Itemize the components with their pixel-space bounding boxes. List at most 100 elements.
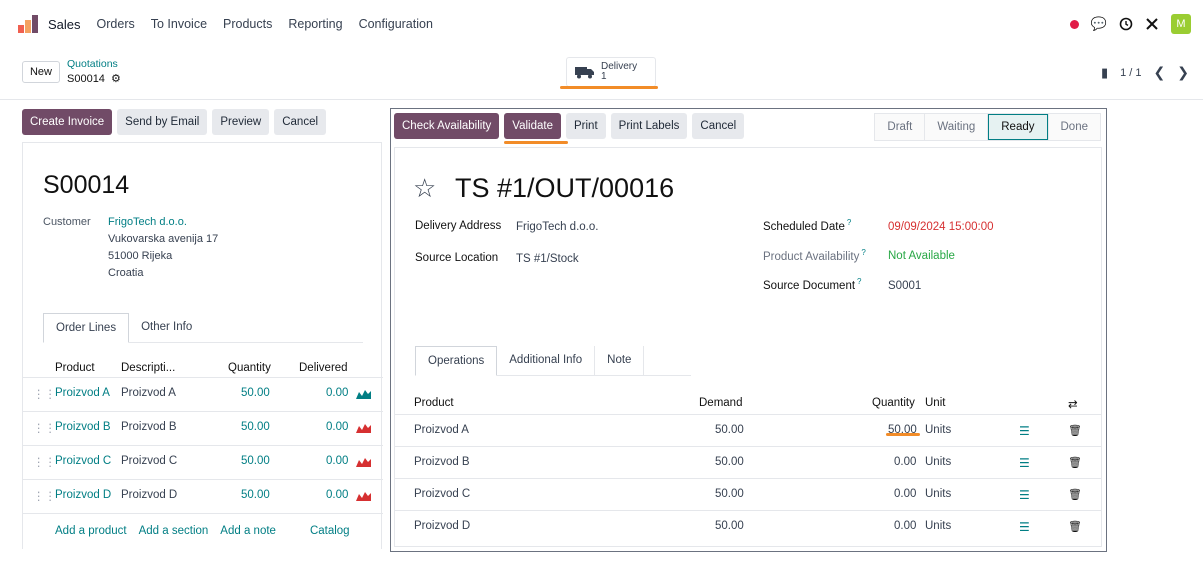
move-product[interactable]: Proizvod A: [414, 424, 469, 436]
drag-handle-icon[interactable]: ⋮⋮: [33, 421, 56, 435]
table-row[interactable]: ⋮⋮ Proizvod A Proizvod A 50.00 0.00: [23, 377, 383, 411]
source-location-value[interactable]: TS #1/Stock: [516, 253, 579, 265]
details-list-icon[interactable]: ☰: [1019, 456, 1030, 470]
catalog-link[interactable]: Catalog: [310, 525, 350, 537]
trash-icon[interactable]: 🗑: [1068, 424, 1082, 437]
app-logo-icon[interactable]: [18, 15, 38, 33]
line-product[interactable]: Proizvod C: [55, 455, 111, 467]
table-row[interactable]: Proizvod B 50.00 0.00 Units ☰ 🗑: [395, 446, 1101, 478]
new-button[interactable]: New: [22, 61, 60, 83]
add-note-link[interactable]: Add a note: [220, 525, 276, 537]
help-icon[interactable]: ?: [861, 248, 865, 257]
col-unit[interactable]: Unit: [925, 397, 945, 409]
move-unit[interactable]: Units: [925, 488, 951, 500]
scheduled-date-value[interactable]: 09/09/2024 15:00:00: [888, 221, 994, 233]
cancel-picking-button[interactable]: Cancel: [692, 113, 745, 139]
trash-icon[interactable]: 🗑: [1068, 520, 1082, 533]
forecast-chart-icon[interactable]: [356, 491, 371, 501]
move-product[interactable]: Proizvod B: [414, 456, 470, 468]
line-quantity[interactable]: 50.00: [241, 421, 270, 433]
line-product[interactable]: Proizvod B: [55, 421, 111, 433]
pager-prev-icon[interactable]: ❮: [1154, 64, 1166, 81]
customer-name[interactable]: FrigoTech d.o.o.: [108, 216, 187, 228]
table-row[interactable]: ⋮⋮ Proizvod D Proizvod D 50.00 0.00: [23, 479, 383, 513]
drag-handle-icon[interactable]: ⋮⋮: [33, 455, 56, 469]
line-product[interactable]: Proizvod D: [55, 489, 111, 501]
details-list-icon[interactable]: ☰: [1019, 520, 1030, 534]
line-description[interactable]: Proizvod D: [121, 489, 177, 501]
drag-handle-icon[interactable]: ⋮⋮: [33, 387, 56, 401]
col-product[interactable]: Product: [414, 397, 454, 409]
col-quantity[interactable]: Quantity: [872, 397, 915, 409]
star-icon[interactable]: ☆: [413, 173, 436, 204]
tab-operations[interactable]: Operations: [415, 346, 498, 376]
status-waiting[interactable]: Waiting: [925, 114, 987, 140]
drag-handle-icon[interactable]: ⋮⋮: [33, 489, 56, 503]
gear-icon[interactable]: ⚙: [111, 73, 121, 85]
move-unit[interactable]: Units: [925, 456, 951, 468]
table-row[interactable]: Proizvod D 50.00 0.00 Units ☰ 🗑: [395, 510, 1101, 542]
activity-dot-icon[interactable]: [1069, 19, 1079, 29]
pager-value[interactable]: 1 / 1: [1120, 67, 1141, 79]
validate-button[interactable]: Validate: [504, 113, 561, 139]
tab-order-lines[interactable]: Order Lines: [43, 313, 130, 343]
status-draft[interactable]: Draft: [875, 114, 924, 140]
forecast-chart-icon[interactable]: [356, 457, 371, 467]
tools-icon[interactable]: [1145, 17, 1159, 31]
cancel-order-button[interactable]: Cancel: [274, 109, 327, 135]
col-delivered[interactable]: Delivered: [299, 362, 348, 374]
bookmark-icon[interactable]: ▮: [1101, 65, 1108, 81]
move-quantity[interactable]: 0.00: [894, 488, 916, 500]
move-quantity[interactable]: 0.00: [894, 456, 916, 468]
forecast-chart-icon[interactable]: [356, 423, 371, 433]
source-document-value[interactable]: S0001: [888, 280, 921, 292]
move-unit[interactable]: Units: [925, 424, 951, 436]
delivery-smart-button[interactable]: Delivery 1: [566, 57, 656, 87]
trash-icon[interactable]: 🗑: [1068, 488, 1082, 501]
breadcrumb-quotations[interactable]: Quotations: [67, 58, 118, 70]
move-quantity[interactable]: 0.00: [894, 520, 916, 532]
trash-icon[interactable]: 🗑: [1068, 456, 1082, 469]
pager-next-icon[interactable]: ❯: [1177, 64, 1189, 81]
line-quantity[interactable]: 50.00: [241, 387, 270, 399]
line-quantity[interactable]: 50.00: [241, 489, 270, 501]
tab-additional-info[interactable]: Additional Info: [497, 346, 594, 375]
help-icon[interactable]: ?: [847, 218, 851, 227]
line-quantity[interactable]: 50.00: [241, 455, 270, 467]
send-by-email-button[interactable]: Send by Email: [117, 109, 208, 135]
menu-products[interactable]: Products: [223, 17, 272, 31]
table-row[interactable]: Proizvod C 50.00 0.00 Units ☰ 🗑: [395, 478, 1101, 510]
line-description[interactable]: Proizvod B: [121, 421, 177, 433]
table-row[interactable]: ⋮⋮ Proizvod B Proizvod B 50.00 0.00: [23, 411, 383, 445]
menu-orders[interactable]: Orders: [97, 17, 135, 31]
avatar[interactable]: M: [1171, 14, 1191, 34]
add-product-link[interactable]: Add a product: [55, 525, 127, 537]
status-ready[interactable]: Ready: [988, 114, 1048, 140]
col-product[interactable]: Product: [55, 362, 95, 374]
menu-reporting[interactable]: Reporting: [288, 17, 342, 31]
add-section-link[interactable]: Add a section: [139, 525, 209, 537]
app-name[interactable]: Sales: [48, 17, 81, 32]
line-product[interactable]: Proizvod A: [55, 387, 110, 399]
move-product[interactable]: Proizvod C: [414, 488, 470, 500]
table-row[interactable]: Proizvod A 50.00 50.00 Units ☰ 🗑: [395, 414, 1101, 446]
table-row[interactable]: ⋮⋮ Proizvod C Proizvod C 50.00 0.00: [23, 445, 383, 479]
check-availability-button[interactable]: Check Availability: [394, 113, 500, 139]
print-labels-button[interactable]: Print Labels: [610, 113, 688, 139]
line-description[interactable]: Proizvod A: [121, 387, 176, 399]
clock-icon[interactable]: [1119, 17, 1133, 31]
status-done[interactable]: Done: [1049, 114, 1101, 140]
delivery-address-value[interactable]: FrigoTech d.o.o.: [516, 221, 598, 233]
move-product[interactable]: Proizvod D: [414, 520, 470, 532]
chat-icon[interactable]: 💬: [1091, 16, 1107, 32]
move-demand[interactable]: 50.00: [715, 424, 744, 436]
preview-button[interactable]: Preview: [212, 109, 270, 135]
menu-to-invoice[interactable]: To Invoice: [151, 17, 207, 31]
col-quantity[interactable]: Quantity: [228, 362, 271, 374]
menu-configuration[interactable]: Configuration: [359, 17, 433, 31]
col-description[interactable]: Descripti...: [121, 362, 175, 374]
tab-other-info[interactable]: Other Info: [129, 313, 204, 342]
move-demand[interactable]: 50.00: [715, 520, 744, 532]
move-demand[interactable]: 50.00: [715, 488, 744, 500]
line-description[interactable]: Proizvod C: [121, 455, 177, 467]
